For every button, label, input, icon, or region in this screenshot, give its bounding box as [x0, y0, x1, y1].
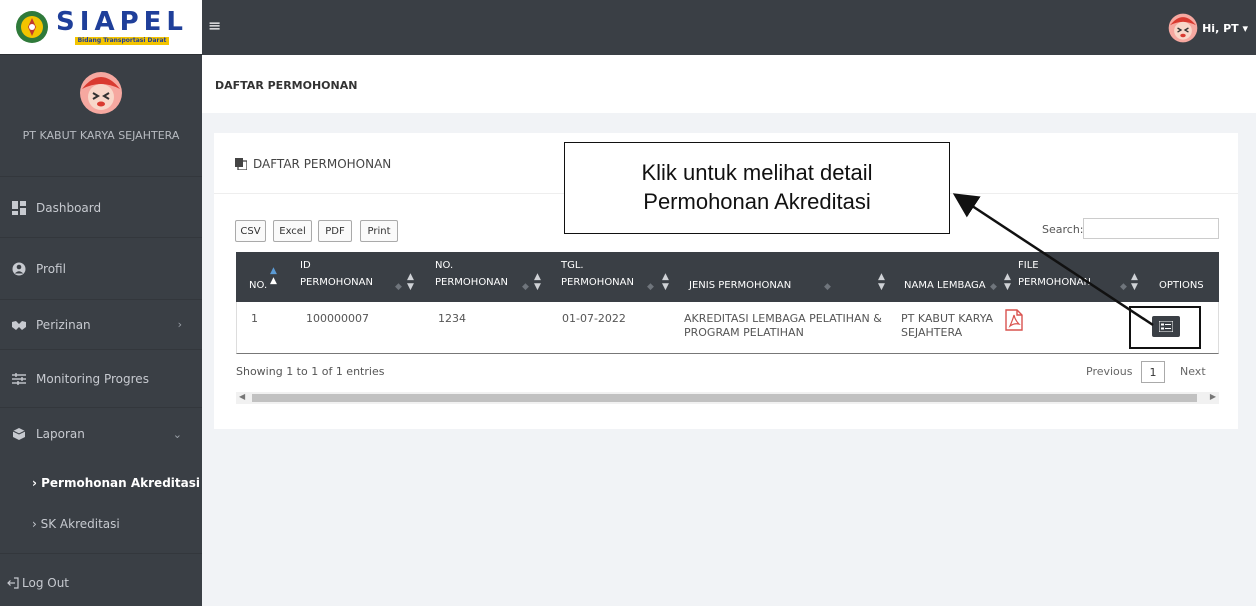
logout-icon [6, 576, 20, 590]
cell-no-permohonan: 1234 [438, 312, 466, 325]
folder-icon [12, 427, 26, 441]
sidebar-item-profil[interactable]: Profil [0, 238, 202, 300]
avatar[interactable] [79, 71, 123, 115]
sidebar-subitem-permohonan-akreditasi[interactable]: › Permohonan Akreditasi [0, 476, 202, 490]
sort-icon: ▲ ▼ [534, 272, 541, 292]
search-label: Search: [1042, 223, 1084, 236]
callout-line-1: Klik untuk melihat detail [641, 160, 873, 186]
previous-button[interactable]: Previous [1086, 365, 1133, 378]
annotation-callout: Klik untuk melihat detail Permohonan Akr… [564, 142, 950, 234]
sort-icon: ◆ [1120, 282, 1127, 292]
annotation-highlight-box [1129, 306, 1201, 349]
user-icon [12, 262, 26, 276]
cell-nama-lembaga: PT KABUT KARYA SEJAHTERA [901, 312, 994, 340]
handshake-icon [12, 318, 26, 332]
sidebar-item-label: Monitoring Progres [36, 371, 149, 386]
pdf-icon[interactable] [1004, 309, 1024, 331]
scroll-left-icon[interactable]: ◀ [239, 392, 245, 401]
list-icon [235, 158, 247, 170]
sidebar-item-label: Laporan [36, 427, 85, 441]
dashboard-icon [12, 200, 26, 215]
page-1-button[interactable]: 1 [1141, 361, 1165, 383]
sidebar-subitem-sk-akreditasi[interactable]: › SK Akreditasi [0, 517, 202, 531]
column-header-id-permohonan[interactable]: ID PERMOHONAN [300, 260, 373, 289]
brand-logo[interactable]: SIAPEL Bidang Transportasi Darat [0, 0, 202, 55]
table-row: 1 100000007 1234 01-07-2022 AKREDITASI L… [236, 302, 1219, 354]
sort-icon: ▲ ▼ [407, 272, 414, 292]
cell-no: 1 [251, 312, 258, 325]
next-button[interactable]: Next [1180, 365, 1206, 378]
table-header: NO. ▲ ▲ ID PERMOHONAN ◆ ▲ ▼ NO. PERMOHONA… [236, 252, 1219, 302]
logout-label: Log Out [22, 576, 70, 590]
sort-icon: ▲ ▼ [1131, 272, 1138, 292]
sidebar-divider [0, 553, 202, 554]
entries-info: Showing 1 to 1 of 1 entries [236, 365, 385, 378]
csv-button[interactable]: CSV [235, 220, 266, 242]
search-input[interactable] [1083, 218, 1219, 239]
sort-asc-icon: ▲ [270, 266, 277, 276]
sidebar-item-label: Profil [36, 261, 66, 276]
sidebar-item-monitoring-progres[interactable]: Monitoring Progres [0, 350, 202, 408]
sort-icon: ▲ ▼ [662, 272, 669, 292]
chevron-down-icon: ⌄ [172, 427, 182, 441]
sidebar-item-laporan[interactable]: Laporan ⌄ [0, 408, 202, 460]
column-header-no-permohonan[interactable]: NO. PERMOHONAN [435, 260, 508, 289]
company-name: PT KABUT KARYA SEJAHTERA [22, 129, 180, 142]
sort-icon: ◆ [395, 282, 402, 292]
callout-line-2: Permohonan Akreditasi [643, 189, 871, 214]
avatar [1168, 13, 1198, 43]
sidebar-item-label: Perizinan [36, 317, 91, 332]
excel-button[interactable]: Excel [273, 220, 312, 242]
sort-icon: ◆ [647, 282, 654, 292]
sidebar-item-label: Dashboard [36, 200, 102, 215]
sort-icon: ◆ [824, 282, 831, 292]
breadcrumb-bar: DAFTAR PERMOHONAN [202, 55, 1256, 113]
cell-tgl-permohonan: 01-07-2022 [562, 312, 626, 325]
chevron-right-icon: › [177, 318, 182, 331]
column-header-jenis-permohonan[interactable]: JENIS PERMOHONAN [689, 280, 791, 293]
horizontal-scrollbar[interactable]: ◀ ▶ [236, 392, 1219, 404]
sort-icon: ◆ [522, 282, 529, 292]
brand-name: SIAPEL [56, 7, 188, 37]
sort-icon: ▲ ▼ [878, 272, 885, 292]
user-greeting: Hi, PT ▾ [1202, 21, 1248, 35]
sort-active-icon: ▲ [270, 276, 277, 286]
emblem-icon [16, 11, 49, 43]
column-header-file-permohonan[interactable]: FILE PERMOHONAN [1018, 260, 1091, 289]
sidebar-item-perizinan[interactable]: Perizinan › [0, 300, 202, 350]
column-header-nama-lembaga[interactable]: NAMA LEMBAGA [904, 280, 986, 293]
sort-icon: ◆ [990, 282, 997, 292]
print-button[interactable]: Print [360, 220, 398, 242]
panel-title-text: DAFTAR PERMOHONAN [253, 157, 392, 171]
brand-subtitle: Bidang Transportasi Darat [74, 37, 170, 45]
user-menu[interactable]: Hi, PT ▾ [1168, 13, 1248, 43]
sliders-icon [12, 372, 26, 386]
column-header-tgl-permohonan[interactable]: TGL. PERMOHONAN [561, 260, 634, 289]
hamburger-icon[interactable]: ≡ [208, 16, 221, 35]
sidebar: SIAPEL Bidang Transportasi Darat PT KABU… [0, 0, 202, 606]
column-header-no[interactable]: NO. [249, 280, 267, 293]
logout-link[interactable]: Log Out [0, 568, 202, 598]
profile-block: PT KABUT KARYA SEJAHTERA [0, 55, 202, 177]
scrollbar-thumb[interactable] [252, 394, 1197, 402]
top-bar: ≡ Hi, PT ▾ [202, 0, 1256, 55]
cell-jenis-permohonan: AKREDITASI LEMBAGA PELATIHAN & PROGRAM P… [684, 312, 882, 340]
sort-icon: ▲ ▼ [1004, 272, 1011, 292]
panel-title: DAFTAR PERMOHONAN [235, 157, 391, 171]
breadcrumb: DAFTAR PERMOHONAN [215, 79, 358, 92]
column-header-options: OPTIONS [1159, 280, 1204, 291]
cell-id-permohonan: 100000007 [306, 312, 369, 325]
sidebar-item-dashboard[interactable]: Dashboard [0, 178, 202, 238]
scroll-right-icon[interactable]: ▶ [1210, 392, 1216, 401]
pdf-button[interactable]: PDF [318, 220, 352, 242]
